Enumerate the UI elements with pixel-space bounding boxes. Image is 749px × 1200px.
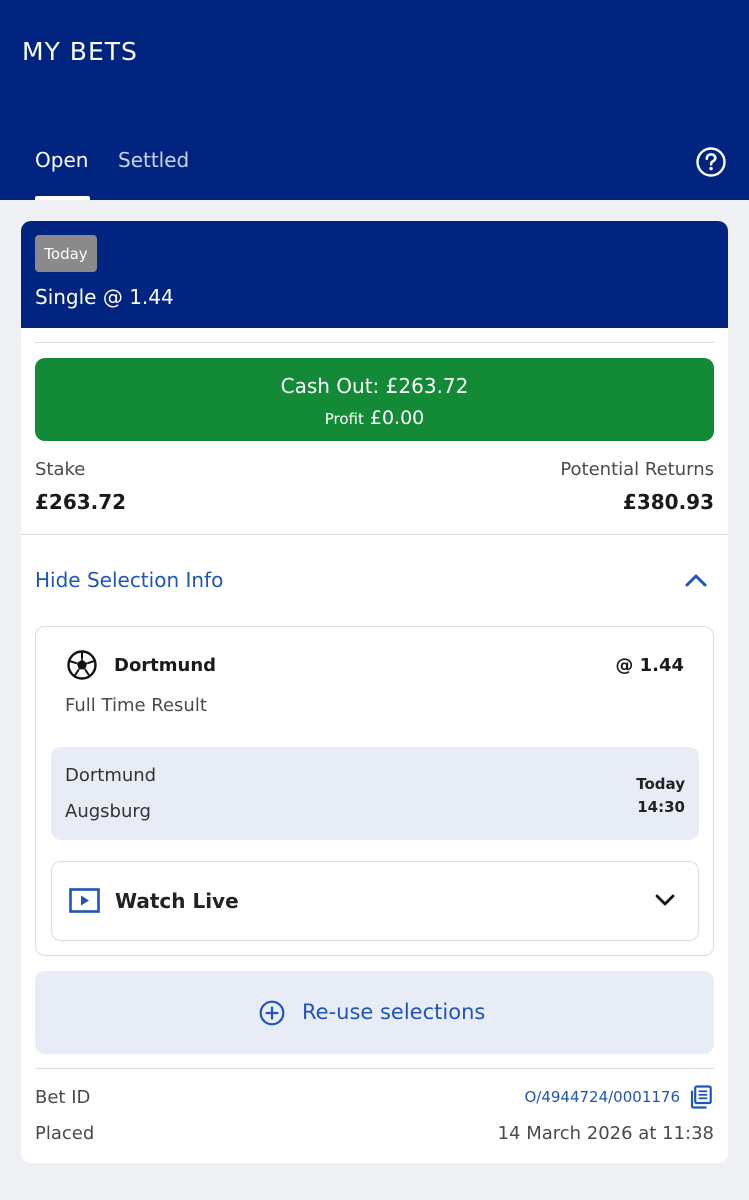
match-kickoff: 14:30 [637,798,685,816]
stake-value: £263.72 [35,490,127,514]
market-name: Full Time Result [65,695,207,716]
potential-returns-value: £380.93 [622,490,714,514]
placed-value: 14 March 2026 at 11:38 [497,1123,714,1144]
selection-odds: @ 1.44 [615,655,684,676]
profit-label: Profit [324,410,364,428]
divider [21,534,728,535]
cash-out-profit: Profit £0.00 [35,407,714,429]
bet-card: Today Single @ 1.44 Cash Out: £263.72 Pr… [21,221,728,1163]
copy-icon[interactable] [687,1084,713,1110]
chevron-down-icon[interactable] [654,891,676,909]
chevron-up-icon[interactable] [684,570,708,590]
tab-open[interactable]: Open [35,148,88,172]
stake-label: Stake [35,459,86,480]
match-info[interactable]: Dortmund Augsburg Today 14:30 [51,747,699,840]
active-tab-indicator [35,196,90,200]
question-circle-icon[interactable] [695,146,727,178]
bet-id-label: Bet ID [35,1087,91,1108]
selection-panel: Dortmund @ 1.44 Full Time Result Dortmun… [35,626,714,956]
reuse-selections-label: Re-use selections [302,1000,486,1024]
match-day: Today [636,775,685,793]
soccer-ball-icon [67,650,97,680]
divider [35,342,714,343]
reuse-selections-button[interactable]: Re-use selections [35,971,714,1054]
cash-out-button[interactable]: Cash Out: £263.72 Profit £0.00 [35,358,714,441]
bet-type-label: Single @ 1.44 [35,285,174,309]
watch-live-label: Watch Live [115,889,239,913]
watch-live-button[interactable]: Watch Live [51,861,699,941]
tab-settled[interactable]: Settled [118,148,189,172]
home-team: Dortmund [65,765,157,786]
selection-name: Dortmund [114,655,217,676]
hide-selection-info-toggle[interactable]: Hide Selection Info [35,568,223,592]
bet-card-header: Today Single @ 1.44 [21,221,728,328]
cash-out-label: Cash Out: £263.72 [280,374,469,398]
app-header: MY BETS Open Settled [0,0,749,200]
away-team: Augsburg [65,801,151,822]
page-title: MY BETS [22,37,138,66]
plus-circle-icon [259,1000,285,1026]
profit-value: £0.00 [369,407,425,429]
bet-id-value[interactable]: O/4944724/0001176 [524,1088,680,1106]
today-badge: Today [35,235,97,272]
placed-label: Placed [35,1123,95,1144]
play-video-icon [69,888,100,913]
divider [35,1068,714,1069]
potential-returns-label: Potential Returns [560,459,714,480]
match-time: Today 14:30 [636,773,685,819]
